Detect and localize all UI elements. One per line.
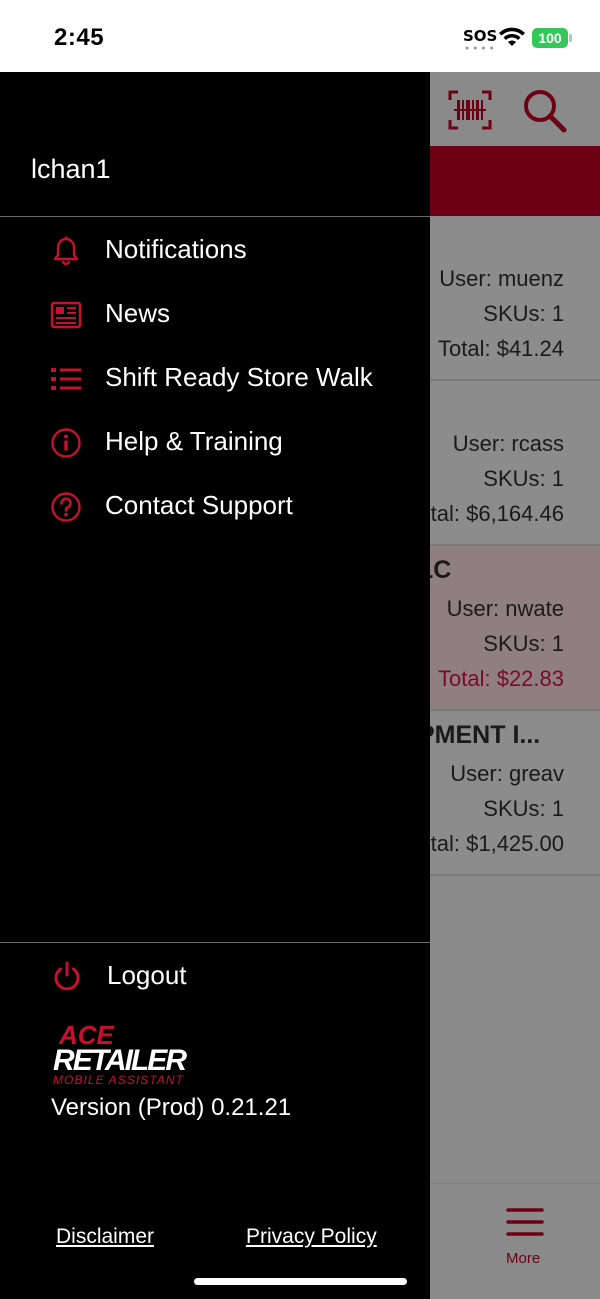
question-icon bbox=[51, 492, 81, 522]
navigation-drawer: lchan1 Notifications News Shift Ready St… bbox=[0, 72, 430, 1299]
app-version: Version (Prod) 0.21.21 bbox=[51, 1094, 292, 1121]
tab-more-label[interactable]: More bbox=[506, 1250, 540, 1267]
list-icon bbox=[51, 368, 81, 390]
signal-dots-icon: ● ● ● ● bbox=[465, 45, 495, 52]
logout-label: Logout bbox=[107, 960, 187, 990]
list-item[interactable]: User: muenz SKUs: 1 Total: $41.24 bbox=[430, 216, 600, 381]
background-order-list: User: muenz SKUs: 1 Total: $41.24 User: … bbox=[430, 216, 600, 876]
menu-item-news[interactable]: News bbox=[0, 282, 430, 346]
menu-item-label: News bbox=[105, 298, 171, 328]
disclaimer-link[interactable]: Disclaimer bbox=[56, 1225, 154, 1249]
menu-item-notifications[interactable]: Notifications bbox=[0, 218, 430, 282]
menu-item-label: Notifications bbox=[105, 234, 247, 264]
background-tab-bar: More bbox=[430, 1183, 600, 1299]
privacy-policy-link[interactable]: Privacy Policy bbox=[246, 1225, 377, 1249]
search-icon[interactable] bbox=[520, 86, 568, 134]
menu-item-label: Contact Support bbox=[105, 490, 293, 520]
barcode-scan-icon[interactable] bbox=[446, 86, 494, 134]
username: lchan1 bbox=[31, 154, 111, 184]
status-sos: SOS bbox=[463, 27, 498, 45]
background-header bbox=[430, 72, 600, 146]
menu-item-label: Help & Training bbox=[105, 426, 283, 456]
menu-item-label: Shift Ready Store Walk bbox=[105, 362, 373, 392]
logout-button[interactable]: Logout bbox=[0, 950, 430, 1002]
status-bar: 2:45 SOS ● ● ● ● 100 bbox=[0, 0, 600, 72]
power-icon bbox=[54, 961, 80, 991]
menu-item-shift-ready-store-walk[interactable]: Shift Ready Store Walk bbox=[0, 346, 430, 410]
info-icon bbox=[51, 428, 81, 458]
divider bbox=[0, 942, 430, 943]
bell-icon bbox=[53, 236, 79, 266]
drawer-menu: Notifications News Shift Ready Store Wal… bbox=[0, 218, 430, 538]
ace-retailer-logo: ACE RETAILER MOBILE ASSISTANT bbox=[53, 1020, 187, 1087]
background-title-bar bbox=[430, 146, 600, 216]
menu-item-contact-support[interactable]: Contact Support bbox=[0, 474, 430, 538]
wifi-icon bbox=[499, 27, 525, 46]
background-app[interactable]: User: muenz SKUs: 1 Total: $41.24 User: … bbox=[430, 72, 600, 1299]
home-indicator[interactable] bbox=[194, 1278, 407, 1285]
list-item[interactable]: PMENT I... User: greav SKUs: 1 tal: $1,4… bbox=[430, 711, 600, 876]
newspaper-icon bbox=[50, 301, 82, 329]
menu-item-help-training[interactable]: Help & Training bbox=[0, 410, 430, 474]
menu-icon[interactable] bbox=[506, 1206, 544, 1238]
status-time: 2:45 bbox=[54, 24, 105, 51]
list-item[interactable]: User: rcass SKUs: 1 tal: $6,164.46 bbox=[430, 381, 600, 546]
battery-indicator: 100 bbox=[532, 28, 572, 48]
divider bbox=[0, 216, 430, 217]
list-item[interactable]: LC User: nwate SKUs: 1 Total: $22.83 bbox=[430, 546, 600, 711]
